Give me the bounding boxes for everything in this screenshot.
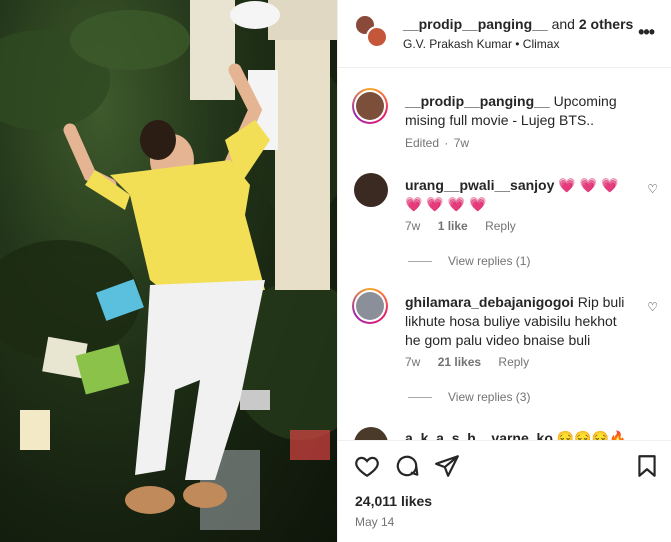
divider bbox=[408, 261, 432, 263]
comment-meta: 7w 21 likes Reply bbox=[405, 355, 543, 369]
caption-avatar[interactable] bbox=[352, 88, 388, 124]
comment-text: a_k_a_s_h__varne_ko 😔😔😔🔥 bbox=[405, 429, 635, 440]
like-heart-icon[interactable] bbox=[354, 453, 380, 479]
edited-label: Edited bbox=[405, 136, 440, 150]
avatar bbox=[366, 26, 388, 48]
view-replies-label: View replies (3) bbox=[448, 390, 531, 404]
meta-separator: · bbox=[444, 136, 449, 150]
share-send-icon[interactable] bbox=[434, 453, 460, 479]
avatar[interactable] bbox=[354, 427, 388, 440]
collab-and: and bbox=[551, 16, 575, 32]
comment-text: ghilamara_debajanigogoi Rip buli likhute… bbox=[405, 293, 635, 350]
comment-time[interactable]: 7w bbox=[405, 219, 420, 233]
comment-body: 😔😔😔🔥 bbox=[556, 430, 627, 440]
likes-count[interactable]: 24,011 likes bbox=[355, 493, 432, 509]
post-media[interactable] bbox=[0, 0, 337, 542]
comment-meta: 7w 1 like Reply bbox=[405, 219, 530, 233]
more-horizontal-icon[interactable]: ••• bbox=[638, 22, 655, 43]
caption-username[interactable]: __prodip__panging__ bbox=[405, 93, 550, 109]
comment-username[interactable]: a_k_a_s_h__varne_ko bbox=[405, 430, 553, 440]
bookmark-icon[interactable] bbox=[634, 453, 660, 479]
collab-avatars[interactable] bbox=[354, 14, 388, 48]
comment-likes[interactable]: 1 like bbox=[438, 219, 468, 233]
comments-list[interactable]: __prodip__panging__ Upcoming mising full… bbox=[338, 69, 671, 440]
comment-time[interactable]: 7w bbox=[405, 355, 420, 369]
caption-time[interactable]: 7w bbox=[454, 136, 469, 150]
like-comment-icon[interactable]: ♡ bbox=[647, 182, 658, 196]
comment-likes[interactable]: 21 likes bbox=[438, 355, 481, 369]
view-replies-button[interactable]: View replies (1) bbox=[408, 254, 530, 268]
comment-text: urang__pwali__sanjoy 💗 💗 💗 💗 💗 💗 💗 bbox=[405, 176, 635, 214]
caption-text: __prodip__panging__ Upcoming mising full… bbox=[405, 92, 655, 130]
view-replies-button[interactable]: View replies (3) bbox=[408, 390, 530, 404]
post-media-image bbox=[0, 0, 337, 530]
audio-link[interactable]: G.V. Prakash Kumar • Climax bbox=[403, 37, 559, 51]
caption-meta: Edited · 7w bbox=[405, 136, 483, 150]
view-replies-label: View replies (1) bbox=[448, 254, 531, 268]
reply-button[interactable]: Reply bbox=[498, 355, 529, 369]
collab-others-link[interactable]: 2 others bbox=[579, 16, 633, 32]
reply-button[interactable]: Reply bbox=[485, 219, 516, 233]
divider bbox=[408, 397, 432, 399]
avatar[interactable] bbox=[354, 173, 388, 207]
post-actions: 24,011 likes May 14 bbox=[338, 440, 671, 542]
author-username[interactable]: __prodip__panging__ bbox=[403, 16, 548, 32]
comment-username[interactable]: urang__pwali__sanjoy bbox=[405, 177, 554, 193]
post-date[interactable]: May 14 bbox=[355, 515, 394, 529]
author-line: __prodip__panging__ and 2 others bbox=[403, 16, 633, 32]
avatar[interactable] bbox=[352, 288, 388, 324]
post-header: __prodip__panging__ and 2 others G.V. Pr… bbox=[338, 0, 671, 68]
like-comment-icon[interactable]: ♡ bbox=[647, 300, 658, 314]
comment-username[interactable]: ghilamara_debajanigogoi bbox=[405, 294, 574, 310]
comment-bubble-icon[interactable] bbox=[394, 453, 420, 479]
post-side-panel: __prodip__panging__ and 2 others G.V. Pr… bbox=[337, 0, 671, 542]
